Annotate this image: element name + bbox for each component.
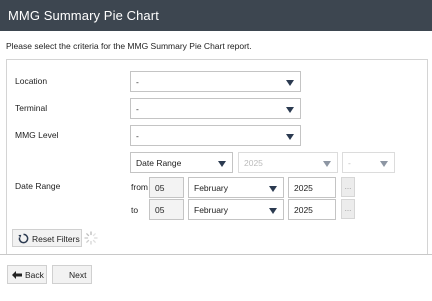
chevron-down-icon (218, 161, 226, 167)
date-range-type-value: Date Range (136, 158, 182, 168)
to-date-picker-button[interactable]: ... (341, 199, 355, 219)
from-day-value: 05 (155, 183, 165, 193)
arrow-left-icon (12, 271, 22, 279)
mmg-level-select[interactable]: - (130, 125, 301, 146)
next-label: Next (69, 270, 87, 280)
location-label: Location (15, 76, 48, 86)
to-year-input[interactable]: 2025 (288, 199, 336, 220)
from-year-value: 2025 (294, 183, 313, 193)
period-select[interactable]: - (342, 152, 395, 173)
from-month-value: February (194, 183, 229, 193)
page-header: MMG Summary Pie Chart (0, 0, 432, 31)
to-day-input[interactable]: 05 (149, 199, 184, 220)
terminal-select[interactable]: - (130, 98, 301, 119)
reset-icon (18, 233, 29, 244)
to-day-value: 05 (155, 205, 165, 215)
from-label: from (131, 182, 148, 192)
reset-filters-button[interactable]: Reset Filters (12, 229, 82, 247)
page-title: MMG Summary Pie Chart (8, 8, 159, 23)
next-button[interactable]: Next (52, 265, 92, 284)
reset-filters-label: Reset Filters (32, 234, 80, 244)
intro-text: Please select the criteria for the MMG S… (6, 41, 252, 51)
loading-spinner-icon (84, 231, 98, 245)
chevron-down-icon (269, 208, 277, 214)
year-select[interactable]: 2025 (238, 152, 338, 173)
chevron-down-icon (269, 186, 277, 192)
terminal-select-value: - (136, 104, 139, 114)
to-year-value: 2025 (294, 205, 313, 215)
to-label: to (131, 205, 139, 215)
back-label: Back (25, 270, 44, 280)
chevron-down-icon (323, 161, 331, 167)
mmg-level-select-value: - (136, 131, 139, 141)
date-range-label: Date Range (15, 181, 61, 191)
footer-divider (0, 254, 432, 255)
chevron-down-icon (286, 80, 294, 86)
chevron-down-icon (286, 107, 294, 113)
year-select-value: 2025 (244, 158, 263, 168)
location-select[interactable]: - (130, 71, 301, 92)
chevron-down-icon (380, 161, 388, 167)
date-range-type-select[interactable]: Date Range (130, 152, 233, 173)
from-date-picker-button[interactable]: ... (341, 177, 355, 197)
from-year-input[interactable]: 2025 (288, 177, 336, 198)
chevron-down-icon (286, 134, 294, 140)
mmg-level-label: MMG Level (15, 130, 59, 140)
to-month-value: February (194, 205, 229, 215)
period-select-value: - (348, 158, 351, 168)
from-month-select[interactable]: February (188, 177, 284, 198)
from-day-input[interactable]: 05 (149, 177, 184, 198)
back-button[interactable]: Back (7, 265, 47, 284)
location-select-value: - (136, 77, 139, 87)
to-month-select[interactable]: February (188, 199, 284, 220)
terminal-label: Terminal (15, 103, 48, 113)
